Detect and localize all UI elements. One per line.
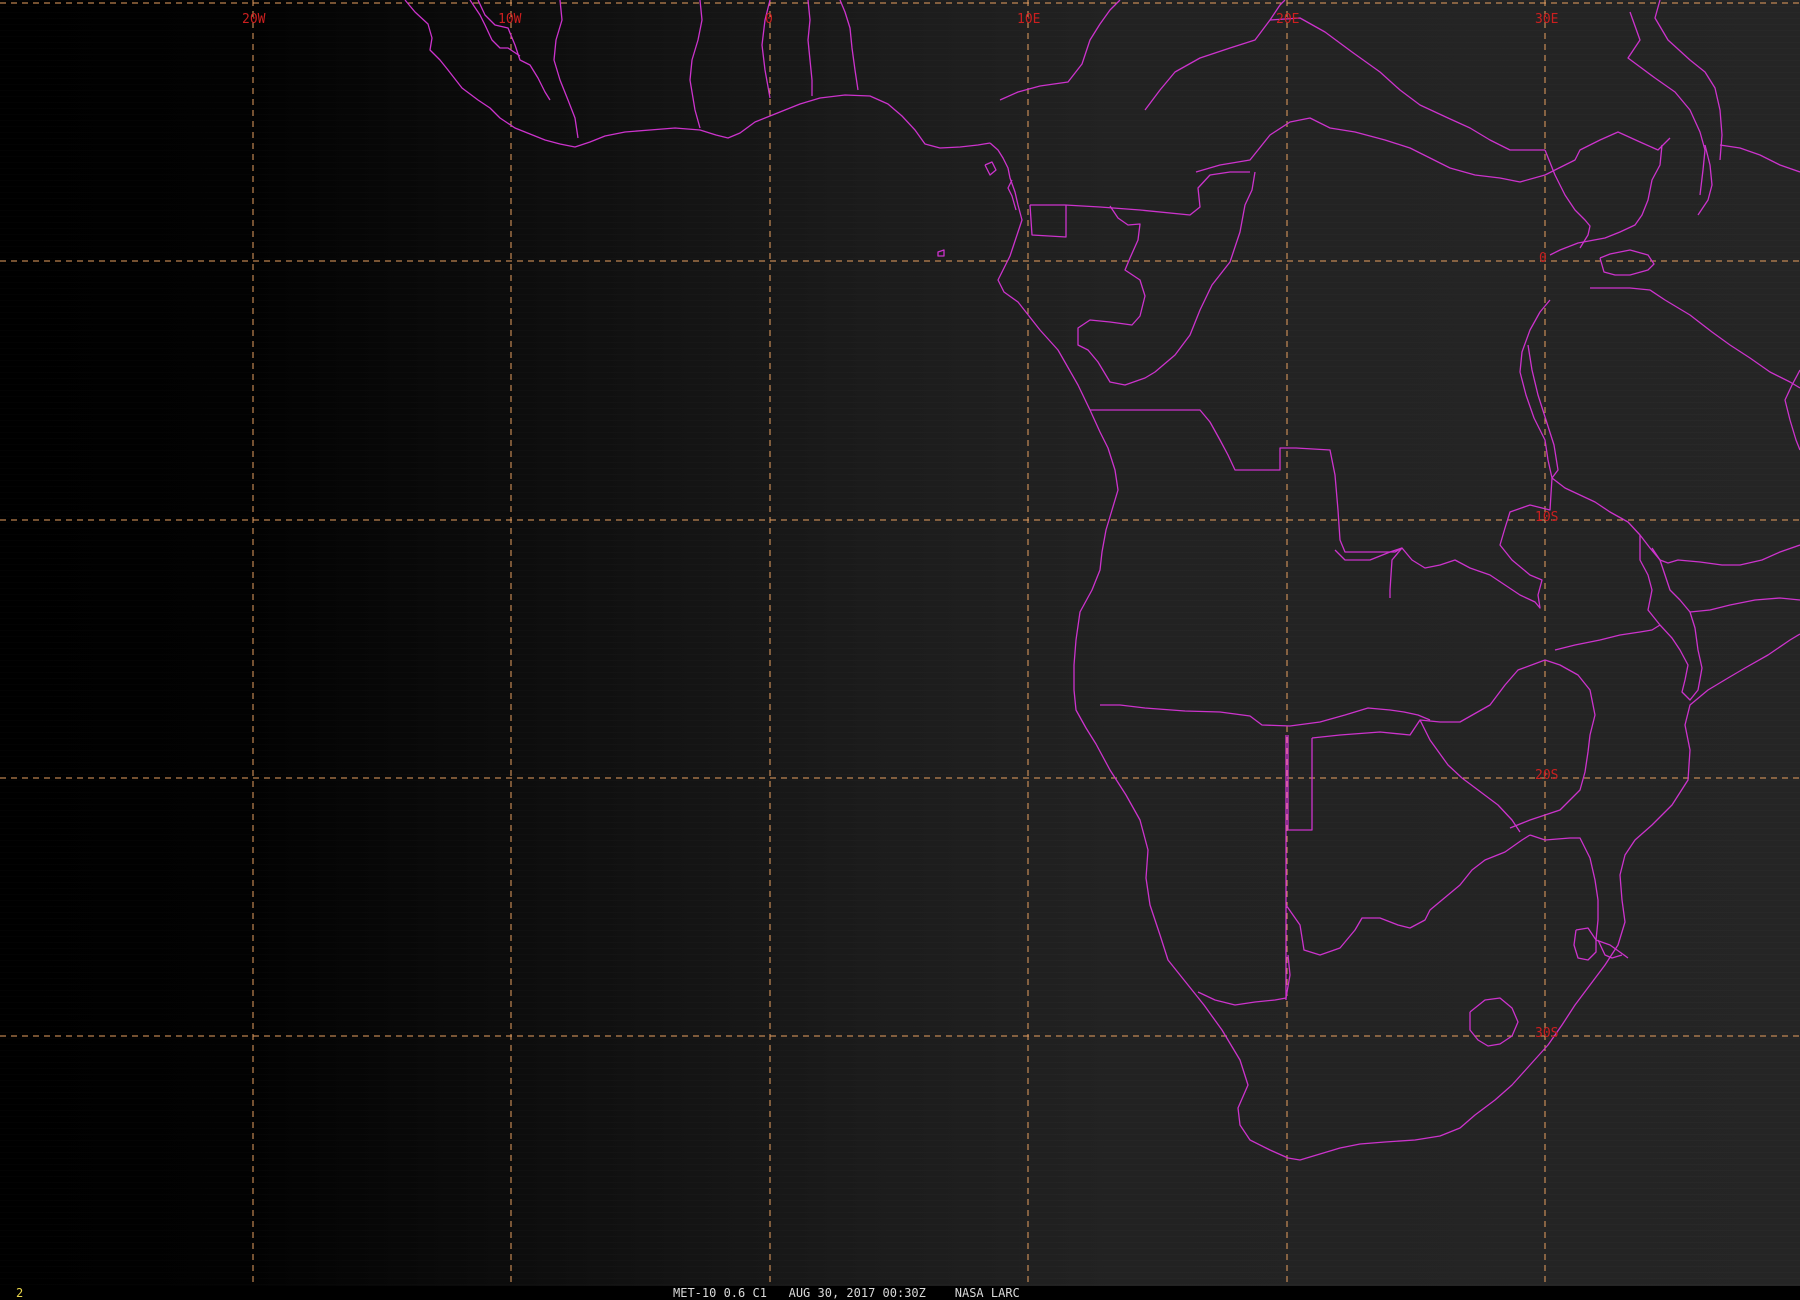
image-caption-bar: 2 MET-10 0.6 C1 AUG 30, 2017 00:30Z NASA… (0, 1286, 1800, 1300)
lon-label-0: 0 (765, 12, 773, 27)
image-caption: MET-10 0.6 C1 AUG 30, 2017 00:30Z NASA L… (673, 1286, 1020, 1300)
lat-label-10s: 10S (1535, 510, 1559, 525)
frame-number: 2 (16, 1286, 24, 1300)
lon-label-10e: 10E (1017, 12, 1041, 27)
lon-label-20w: 20W (242, 12, 266, 27)
scanline-texture (0, 0, 1800, 1286)
satellite-map: 20W 10W 0 10E 20E 30E 0 10S 20S 30S 2 ME… (0, 0, 1800, 1300)
lat-label-30s: 30S (1535, 1026, 1559, 1041)
map-canvas (0, 0, 1800, 1286)
lat-label-20s: 20S (1535, 768, 1559, 783)
lon-label-10w: 10W (498, 12, 522, 27)
lon-label-20e: 20E (1276, 12, 1300, 27)
lon-label-30e: 30E (1535, 12, 1559, 27)
lat-label-0: 0 (1539, 251, 1547, 266)
